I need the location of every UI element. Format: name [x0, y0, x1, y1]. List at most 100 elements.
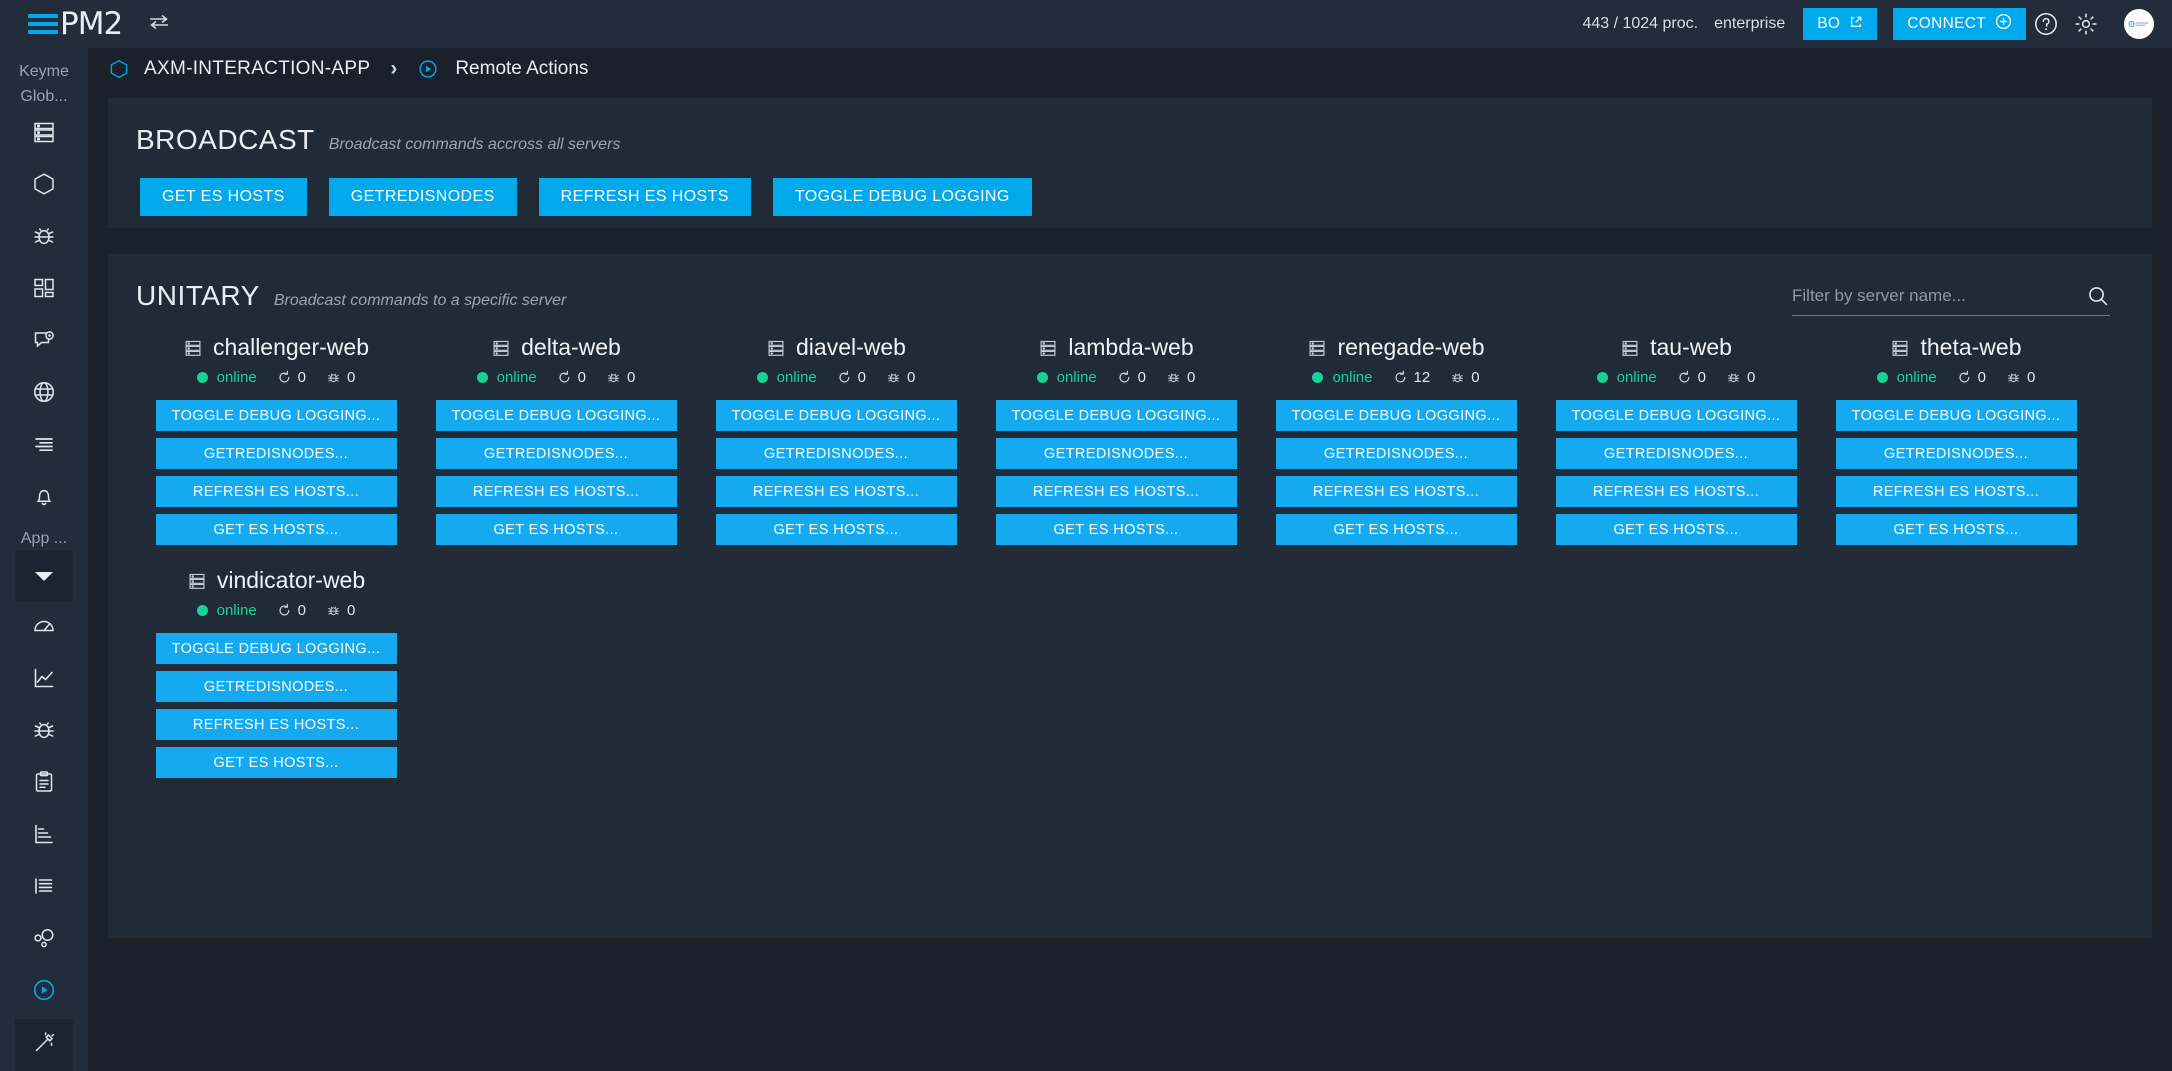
restart-icon: [837, 370, 852, 385]
broadcast-button-toggle-debug-logging[interactable]: TOGGLE DEBUG LOGGING: [772, 178, 1032, 216]
avatar[interactable]: [2124, 9, 2154, 39]
server-action-button[interactable]: REFRESH ES HOSTS...: [435, 476, 677, 507]
server-action-list: TOGGLE DEBUG LOGGING... GETREDISNODES... R…: [696, 400, 976, 545]
server-action-button[interactable]: GETREDISNODES...: [1555, 438, 1797, 469]
server-card: diavel-web online 0 0 TOGGLE DEBUG LOGGING..…: [696, 334, 976, 545]
server-action-button[interactable]: REFRESH ES HOSTS...: [1555, 476, 1797, 507]
sidebar-item-issues[interactable]: [15, 212, 73, 264]
server-name: challenger-web: [213, 334, 369, 360]
server-name: tau-web: [1650, 334, 1732, 360]
server-action-button[interactable]: REFRESH ES HOSTS...: [155, 476, 397, 507]
gear-icon[interactable]: [2066, 4, 2106, 44]
server-card: theta-web online 0 0 TOGGLE DEBUG LOGGING...…: [1816, 334, 2096, 545]
server-action-button[interactable]: REFRESH ES HOSTS...: [155, 709, 397, 740]
app-dropdown[interactable]: [15, 550, 73, 603]
server-action-button[interactable]: REFRESH ES HOSTS...: [995, 476, 1237, 507]
restart-metric: 0: [1957, 369, 1986, 386]
sidebar-group-keymetrics: Keyme: [19, 63, 69, 80]
server-action-button[interactable]: GET ES HOSTS...: [1275, 514, 1517, 545]
sidebar-item-monitoring[interactable]: [15, 317, 73, 369]
sidebar-group-global: Glob...: [20, 88, 68, 106]
gauge-icon: [31, 613, 57, 644]
server-action-button[interactable]: GETREDISNODES...: [995, 438, 1237, 469]
broadcast-button-getredisnodes[interactable]: GETREDISNODES: [328, 178, 517, 216]
error-count: 0: [347, 602, 356, 619]
sidebar-item-dashboard[interactable]: [15, 265, 73, 317]
sidebar-item-alerts[interactable]: [15, 473, 73, 525]
bo-button[interactable]: BO: [1803, 8, 1878, 40]
server-action-button[interactable]: GET ES HOSTS...: [155, 514, 397, 545]
hexagon-icon: [31, 171, 57, 202]
server-status-row: online 0 0: [696, 369, 976, 386]
server-action-button[interactable]: GETREDISNODES...: [715, 438, 957, 469]
sidebar-item-servers[interactable]: [15, 108, 73, 160]
server-action-button[interactable]: REFRESH ES HOSTS...: [1835, 476, 2077, 507]
menu-burger-icon[interactable]: [28, 14, 58, 34]
restart-icon: [557, 370, 572, 385]
server-card-title-row: theta-web: [1816, 334, 2096, 361]
help-circle-icon[interactable]: [2026, 4, 2066, 44]
broadcast-button-refresh-es-hosts[interactable]: REFRESH ES HOSTS: [538, 178, 751, 216]
sidebar-item-tasks[interactable]: [15, 759, 73, 811]
broadcast-button-row: GET ES HOSTS GETREDISNODES REFRESH ES HO…: [108, 156, 2152, 216]
sidebar-item-remote-actions[interactable]: [15, 967, 73, 1019]
server-action-button[interactable]: REFRESH ES HOSTS...: [715, 476, 957, 507]
server-action-button[interactable]: GET ES HOSTS...: [435, 514, 677, 545]
server-action-button[interactable]: TOGGLE DEBUG LOGGING...: [995, 400, 1237, 431]
server-action-button[interactable]: REFRESH ES HOSTS...: [1275, 476, 1517, 507]
brand-logo[interactable]: PM2: [28, 6, 123, 42]
server-action-button[interactable]: GETREDISNODES...: [155, 438, 397, 469]
server-action-button[interactable]: GET ES HOSTS...: [1835, 514, 2077, 545]
server-action-button[interactable]: GET ES HOSTS...: [995, 514, 1237, 545]
server-card: delta-web online 0 0 TOGGLE DEBUG LOGGING...…: [416, 334, 696, 545]
sidebar-item-charts[interactable]: [15, 654, 73, 706]
server-stack-icon: [183, 338, 203, 358]
server-stack-icon: [1307, 338, 1327, 358]
status-dot: [476, 372, 488, 383]
hexagon-icon: [108, 58, 130, 80]
bo-button-label: BO: [1817, 15, 1841, 32]
sidebar-item-dependencies[interactable]: [15, 915, 73, 967]
broadcast-button-get-es-hosts[interactable]: GET ES HOSTS: [140, 178, 307, 216]
server-action-button[interactable]: TOGGLE DEBUG LOGGING...: [1555, 400, 1797, 431]
server-action-button[interactable]: TOGGLE DEBUG LOGGING...: [155, 633, 397, 664]
sidebar-item-cluster[interactable]: [15, 160, 73, 212]
swap-horizontal-icon[interactable]: [148, 13, 170, 35]
error-count: 0: [2027, 369, 2036, 386]
sidebar-item-network[interactable]: [15, 369, 73, 421]
server-action-button[interactable]: TOGGLE DEBUG LOGGING...: [435, 400, 677, 431]
server-action-button[interactable]: GETREDISNODES...: [155, 671, 397, 702]
sidebar-item-console[interactable]: [15, 1019, 73, 1071]
server-action-button[interactable]: GET ES HOSTS...: [155, 747, 397, 778]
server-status-row: online 0 0: [136, 602, 416, 619]
sidebar-item-logs[interactable]: [15, 421, 73, 473]
server-stack-icon: [766, 338, 786, 358]
server-action-button[interactable]: GETREDISNODES...: [1275, 438, 1517, 469]
sidebar-item-profiling[interactable]: [15, 811, 73, 863]
server-action-button[interactable]: TOGGLE DEBUG LOGGING...: [1835, 400, 2077, 431]
search-input[interactable]: [1792, 286, 2086, 306]
line-chart-icon: [31, 665, 57, 696]
search-icon[interactable]: [2086, 284, 2110, 308]
breadcrumb-app-name[interactable]: AXM-INTERACTION-APP: [144, 58, 370, 80]
bug-icon: [326, 370, 341, 385]
connect-button[interactable]: CONNECT: [1893, 8, 2026, 40]
server-filter: [1792, 284, 2110, 316]
server-action-button[interactable]: TOGGLE DEBUG LOGGING...: [715, 400, 957, 431]
server-action-button[interactable]: GETREDISNODES...: [435, 438, 677, 469]
sidebar-item-metrics[interactable]: [15, 602, 73, 654]
server-action-button[interactable]: TOGGLE DEBUG LOGGING...: [1275, 400, 1517, 431]
restart-count: 0: [1697, 369, 1707, 386]
server-action-button[interactable]: GETREDISNODES...: [1835, 438, 2077, 469]
sidebar-item-app-issues[interactable]: [15, 706, 73, 758]
error-count: 0: [1187, 369, 1196, 386]
server-action-button[interactable]: GET ES HOSTS...: [1555, 514, 1797, 545]
server-action-button[interactable]: GET ES HOSTS...: [715, 514, 957, 545]
server-status-row: online 0 0: [976, 369, 1256, 386]
restart-icon: [1677, 370, 1692, 385]
restart-icon: [1957, 370, 1972, 385]
restart-count: 0: [297, 602, 307, 619]
server-name: delta-web: [521, 334, 621, 360]
server-action-button[interactable]: TOGGLE DEBUG LOGGING...: [155, 400, 397, 431]
sidebar-item-app-logs[interactable]: [15, 863, 73, 915]
